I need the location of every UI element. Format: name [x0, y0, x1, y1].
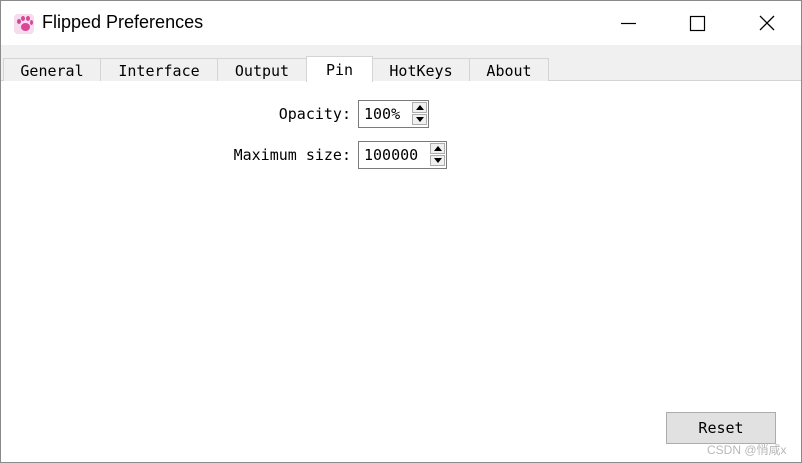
- opacity-spinbox[interactable]: [358, 100, 429, 128]
- maximize-icon: [689, 15, 706, 32]
- maximum-size-spinbox[interactable]: [358, 141, 447, 169]
- title-bar[interactable]: Flipped Preferences: [1, 1, 801, 45]
- tab-output[interactable]: Output: [217, 58, 307, 81]
- minimize-button[interactable]: [605, 1, 651, 45]
- close-icon: [759, 15, 775, 31]
- opacity-input[interactable]: [359, 101, 413, 127]
- arrow-up-icon: [434, 146, 442, 151]
- opacity-decrement-button[interactable]: [412, 114, 427, 125]
- tab-hotkeys[interactable]: HotKeys: [372, 58, 470, 81]
- tab-interface[interactable]: Interface: [100, 58, 218, 81]
- paw-icon: [14, 14, 34, 34]
- reset-button[interactable]: Reset: [666, 412, 776, 444]
- opacity-label: Opacity:: [278, 105, 351, 123]
- window-title: Flipped Preferences: [42, 12, 204, 32]
- minimize-icon: [621, 22, 636, 25]
- arrow-up-icon: [416, 105, 424, 110]
- arrow-down-icon: [434, 158, 442, 163]
- maximum-size-input[interactable]: [359, 142, 431, 168]
- close-button[interactable]: [743, 1, 789, 45]
- maximum-size-label: Maximum size:: [233, 146, 351, 164]
- watermark-text: CSDN @悄咸x: [707, 443, 787, 457]
- tab-general[interactable]: General: [3, 58, 101, 81]
- preferences-window: Flipped Preferences General Interface Ou…: [0, 0, 802, 463]
- arrow-down-icon: [416, 117, 424, 122]
- tab-about[interactable]: About: [469, 58, 549, 81]
- maximum-size-decrement-button[interactable]: [430, 155, 445, 166]
- tab-pin[interactable]: Pin: [306, 56, 373, 82]
- maximize-button[interactable]: [673, 1, 719, 45]
- opacity-increment-button[interactable]: [412, 102, 427, 113]
- maximum-size-increment-button[interactable]: [430, 143, 445, 154]
